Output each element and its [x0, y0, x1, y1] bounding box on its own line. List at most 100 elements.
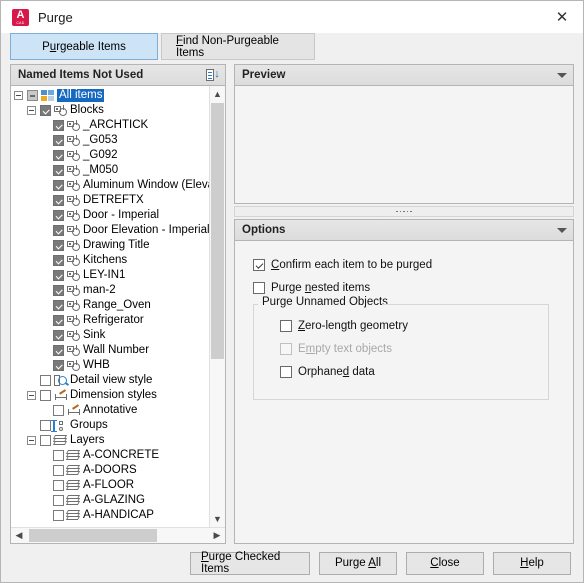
tree-item-checkbox[interactable]	[53, 135, 64, 146]
zero-length-geometry-row[interactable]: Zero-length geometry	[280, 316, 548, 336]
tree-item[interactable]: Refrigerator	[11, 313, 209, 328]
collapse-icon[interactable]	[27, 106, 36, 115]
tree-item[interactable]: Kitchens	[11, 253, 209, 268]
options-header[interactable]: Options	[234, 219, 574, 241]
tree-item-checkbox[interactable]	[53, 495, 64, 506]
tree-item-checkbox[interactable]	[53, 510, 64, 521]
zero-length-geometry-checkbox[interactable]	[280, 320, 292, 332]
tab-purgeable-items[interactable]: Purgeable Items	[10, 33, 158, 60]
scroll-left-icon[interactable]: ◀	[11, 528, 27, 543]
scroll-right-icon[interactable]: ▶	[209, 528, 225, 543]
tree-item-checkbox[interactable]	[40, 390, 51, 401]
tree-item-checkbox[interactable]	[53, 345, 64, 356]
tree-item[interactable]: A-GLAZING	[11, 493, 209, 508]
panel-splitter[interactable]	[234, 206, 574, 217]
tree-item[interactable]: WHB	[11, 358, 209, 373]
tree-item-checkbox[interactable]	[53, 300, 64, 311]
close-button[interactable]: Close	[406, 551, 484, 575]
tree-item-checkbox[interactable]	[53, 180, 64, 191]
collapse-icon[interactable]	[14, 91, 23, 100]
tree-item-checkbox[interactable]	[53, 465, 64, 476]
tree-item-checkbox[interactable]	[53, 255, 64, 266]
confirm-each-item-checkbox[interactable]	[253, 259, 265, 271]
tab-find-non-purgeable-items[interactable]: Find Non-Purgeable Items	[161, 33, 315, 60]
scroll-down-icon[interactable]: ▼	[210, 511, 225, 527]
tree-item[interactable]: Door - Imperial	[11, 208, 209, 223]
collapse-icon[interactable]	[27, 436, 36, 445]
tree-item-checkbox[interactable]	[40, 105, 51, 116]
purge-nested-items-checkbox[interactable]	[253, 282, 265, 294]
tree-item-checkbox[interactable]	[53, 450, 64, 461]
tree-item[interactable]: Annotative	[11, 403, 209, 418]
tree-item-label: Annotative	[83, 404, 138, 416]
purge-checked-items-button[interactable]: Purge Checked Items	[190, 551, 310, 575]
tree-item-checkbox[interactable]	[40, 420, 51, 431]
tree-item-checkbox[interactable]	[27, 90, 38, 101]
tree-item[interactable]: Groups	[11, 418, 209, 433]
close-icon[interactable]: ✕	[547, 5, 577, 29]
tree-item[interactable]: Sink	[11, 328, 209, 343]
tree-item[interactable]: LEY-IN1	[11, 268, 209, 283]
tree-item[interactable]: All items	[11, 88, 209, 103]
tree-item-checkbox[interactable]	[53, 360, 64, 371]
tree-item[interactable]: Blocks	[11, 103, 209, 118]
tree-item[interactable]: A-DOORS	[11, 463, 209, 478]
tree-item[interactable]: _G053	[11, 133, 209, 148]
tree-vertical-scrollbar[interactable]: ▲ ▼	[209, 86, 225, 527]
tree-item-checkbox[interactable]	[53, 315, 64, 326]
tree-item-checkbox[interactable]	[53, 195, 64, 206]
tree-item-checkbox[interactable]	[53, 270, 64, 281]
tree-item-checkbox[interactable]	[53, 240, 64, 251]
tree-item[interactable]: Drawing Title	[11, 238, 209, 253]
help-button[interactable]: Help	[493, 551, 571, 575]
dimension-style-icon	[67, 404, 81, 417]
tree-item[interactable]: A-FLOOR	[11, 478, 209, 493]
tree-horizontal-scrollbar[interactable]: ◀ ▶	[11, 527, 225, 543]
collapse-icon[interactable]	[27, 391, 36, 400]
tree-item-checkbox[interactable]	[53, 480, 64, 491]
purge-nested-items-row[interactable]: Purge nested items	[253, 278, 573, 298]
tree-item[interactable]: Layers	[11, 433, 209, 448]
tree-item[interactable]: A-HANDICAP	[11, 508, 209, 523]
tree-item[interactable]: Detail view style	[11, 373, 209, 388]
tree-item[interactable]: Wall Number	[11, 343, 209, 358]
named-items-tree[interactable]: All items Blocks _ARCHTICK _G053 _G092 _M050 A…	[11, 86, 209, 527]
tree-item-checkbox[interactable]	[40, 375, 51, 386]
orphaned-data-row[interactable]: Orphaned data	[280, 362, 548, 382]
tree-item[interactable]: A-CONCRETE	[11, 448, 209, 463]
confirm-each-item-row[interactable]: Confirm each item to be purged	[253, 255, 573, 275]
tree-item-checkbox[interactable]	[53, 225, 64, 236]
preview-header[interactable]: Preview	[234, 64, 574, 86]
tree-item[interactable]: Dimension styles	[11, 388, 209, 403]
tree-item-checkbox[interactable]	[53, 210, 64, 221]
tree-item-checkbox[interactable]	[53, 120, 64, 131]
tree-item-checkbox[interactable]	[53, 330, 64, 341]
tree-item-checkbox[interactable]	[53, 405, 64, 416]
splitter-grip-icon	[396, 210, 412, 213]
tree-item[interactable]: _G092	[11, 148, 209, 163]
tree-item-checkbox[interactable]	[53, 165, 64, 176]
orphaned-data-checkbox[interactable]	[280, 366, 292, 378]
tree-item[interactable]: DETREFTX	[11, 193, 209, 208]
scroll-up-icon[interactable]: ▲	[210, 86, 225, 102]
block-icon	[67, 194, 81, 207]
tree-item[interactable]: Range_Oven	[11, 298, 209, 313]
chevron-down-icon[interactable]	[556, 69, 568, 81]
tree-item[interactable]: Aluminum Window (Elevat	[11, 178, 209, 193]
tree-item-checkbox[interactable]	[53, 285, 64, 296]
sort-descending-icon[interactable]: ↓	[205, 68, 220, 83]
chevron-down-icon[interactable]	[556, 224, 568, 236]
tree-item[interactable]: _ARCHTICK	[11, 118, 209, 133]
purge-all-button[interactable]: Purge All	[319, 551, 397, 575]
tree-item[interactable]: _M050	[11, 163, 209, 178]
horizontal-scroll-thumb[interactable]	[29, 529, 157, 542]
tree-item-checkbox[interactable]	[53, 150, 64, 161]
vertical-scroll-thumb[interactable]	[211, 103, 224, 360]
preview-area[interactable]	[234, 86, 574, 204]
tree-item-checkbox[interactable]	[40, 435, 51, 446]
tree-item[interactable]: man-2	[11, 283, 209, 298]
tree-item[interactable]: Door Elevation - Imperial	[11, 223, 209, 238]
